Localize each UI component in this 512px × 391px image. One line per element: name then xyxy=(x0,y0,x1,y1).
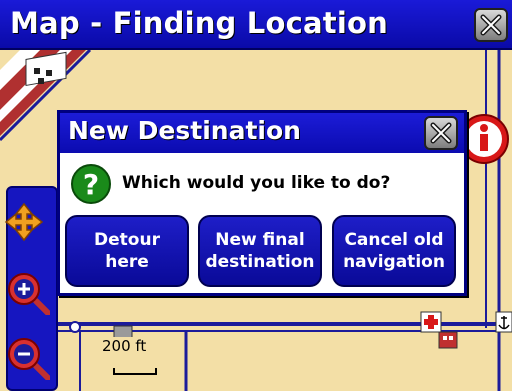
anchor-icon xyxy=(495,311,512,333)
title-bar: Map - Finding Location xyxy=(0,0,512,50)
map-toolbar xyxy=(4,186,58,391)
detour-here-button[interactable]: Detour here xyxy=(65,215,189,287)
scale-bar xyxy=(113,368,157,375)
zoom-out-icon xyxy=(8,338,51,381)
cancel-old-navigation-button[interactable]: Cancel old navigation xyxy=(332,215,456,287)
pan-arrows-icon xyxy=(4,202,44,242)
detour-here-label: Detour here xyxy=(94,230,160,272)
zoom-in-icon xyxy=(8,273,51,316)
scale-label: 200 ft xyxy=(101,337,148,355)
zoom-out-button[interactable] xyxy=(6,336,51,384)
new-final-destination-button[interactable]: New final destination xyxy=(198,215,322,287)
window-title: Map - Finding Location xyxy=(10,6,388,40)
close-x-icon xyxy=(430,122,452,144)
question-icon: ? xyxy=(71,164,111,204)
dialog-title: New Destination xyxy=(68,116,301,145)
new-destination-dialog: New Destination ? Which would you like t… xyxy=(57,110,467,296)
window-close-button[interactable] xyxy=(474,8,508,42)
new-final-destination-label: New final destination xyxy=(205,230,315,272)
dialog-question: Which would you like to do? xyxy=(122,173,391,193)
close-x-icon xyxy=(480,14,502,36)
zoom-in-button[interactable] xyxy=(6,271,51,319)
dialog-close-button[interactable] xyxy=(424,116,458,150)
pan-button[interactable] xyxy=(4,202,44,246)
cancel-old-navigation-label: Cancel old navigation xyxy=(343,230,445,272)
dialog-title-bar: New Destination xyxy=(60,113,464,153)
road-junction xyxy=(69,321,81,333)
svg-text:?: ? xyxy=(83,168,99,201)
